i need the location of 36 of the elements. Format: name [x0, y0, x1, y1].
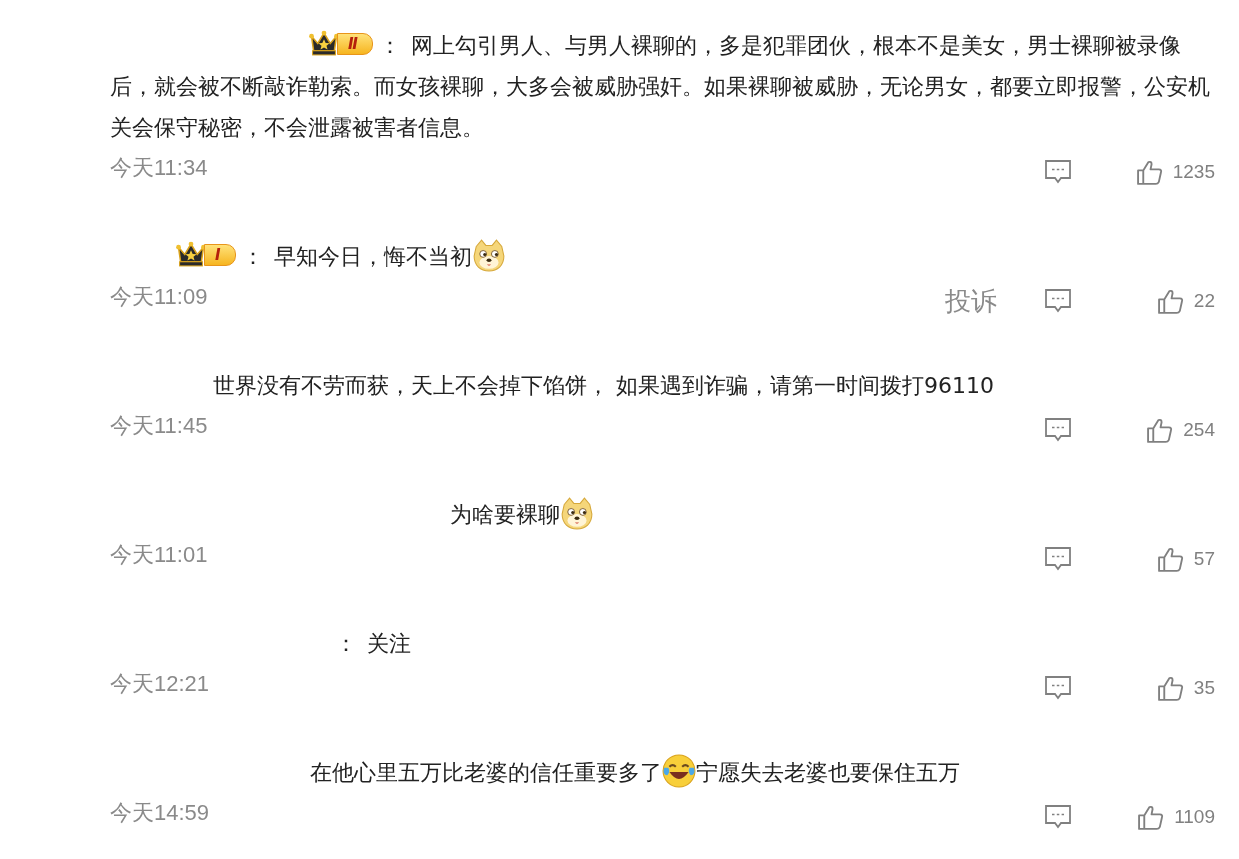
report-link[interactable]: 投诉	[945, 283, 997, 319]
laughing-tears-emoji	[662, 754, 696, 788]
comment-icon[interactable]	[1043, 417, 1073, 443]
like-count: 57	[1193, 548, 1215, 570]
comment-time: 今天11:09	[110, 283, 208, 311]
comment-time: 今天14:59	[110, 799, 210, 827]
comment-time: 今天11:01	[110, 541, 208, 569]
comment-time: 今天11:45	[110, 412, 208, 440]
like-count: 35	[1193, 677, 1215, 699]
comment-icon[interactable]	[1043, 546, 1073, 572]
comment-icon[interactable]	[1043, 159, 1073, 185]
thumbs-up-icon[interactable]	[1137, 803, 1165, 831]
comment-text: Ⅰ ： 早知今日，悔不当初	[110, 236, 1215, 277]
comment-time: 今天12:21	[110, 670, 210, 698]
comment-time: 今天11:34	[110, 154, 208, 182]
comment-text: 在他心里五万比老婆的信任重要多了 宁愿失去老婆也要保住五万	[110, 752, 1215, 793]
comment-text: 为啥要裸聊	[110, 494, 1215, 535]
comment-icon[interactable]	[1043, 288, 1073, 314]
crown-badge: Ⅱ	[308, 30, 373, 57]
comment-text: ： 关注	[334, 630, 412, 658]
thumbs-up-icon[interactable]	[1135, 158, 1163, 186]
comment-icon[interactable]	[1043, 675, 1073, 701]
dog-face-emoji	[471, 238, 506, 272]
like-count: 1235	[1172, 161, 1215, 183]
thumbs-up-icon[interactable]	[1156, 545, 1184, 573]
dog-face-emoji	[560, 496, 594, 530]
like-count: 22	[1193, 290, 1215, 312]
comment-icon[interactable]	[1043, 804, 1073, 830]
thumbs-up-icon[interactable]	[1146, 416, 1174, 444]
comment-text: Ⅱ ： 网上勾引男人、与男人裸聊的，多是犯罪团伙，根本不是美女，男士裸聊被录像后，就会被不断敲诈勒索。而女孩裸聊，大多会被威胁强奸。如果裸聊被威胁，无论男女，都要立即报警，公安机关会保守秘密，不会泄露被害者信息。	[110, 25, 1215, 148]
thumbs-up-icon[interactable]	[1156, 287, 1184, 315]
crown-badge: Ⅰ	[175, 241, 236, 268]
thumbs-up-icon[interactable]	[1156, 674, 1184, 702]
comment-text: 世界没有不劳而获，天上不会掉下馅饼， 如果遇到诈骗，请第一时间拨打96110	[212, 372, 995, 400]
like-count: 254	[1183, 419, 1215, 441]
like-count: 1109	[1174, 806, 1215, 828]
